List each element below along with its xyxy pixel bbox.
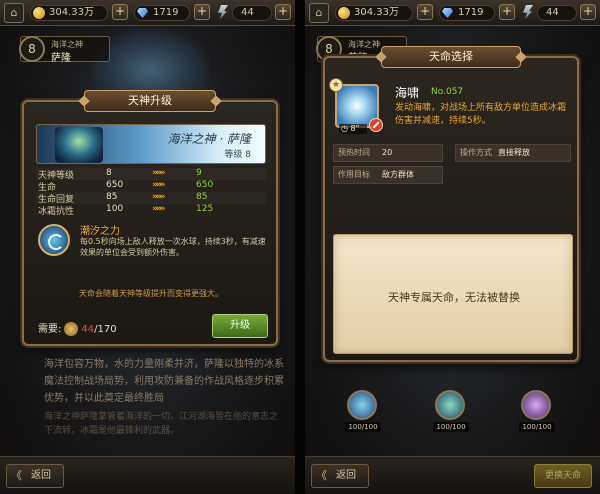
skill-title: 海啸 (395, 86, 420, 100)
bottom-bar: 返回 (0, 456, 295, 494)
arrow-icon: »»» (152, 168, 166, 178)
need-label: 需要: (38, 324, 62, 335)
stat-new-value: 125 (196, 204, 214, 214)
stat-new-value: 650 (196, 180, 214, 190)
screen-divider (295, 0, 305, 494)
energy-counter: 44 (232, 5, 272, 21)
upgrade-button[interactable]: 升级 (212, 314, 268, 338)
star-icon: ★ (329, 78, 343, 92)
hero-header-card: 8 海洋之神 萨隆 (19, 36, 110, 64)
add-gold-button[interactable]: + (417, 4, 433, 20)
bottom-bar: 返回 更换天命 (305, 456, 600, 494)
target-cell: 作用目标 敌方群体 (333, 166, 443, 184)
slot-value: 100/100 (519, 422, 555, 432)
right-screen: ⌂ 304.33万 + 1719 + 44 + 8 海洋之神 萨隆 天命选择 ★… (305, 0, 600, 494)
required-cost: 需要: 44/170 (38, 320, 117, 336)
gold-counter: 304.33万 (335, 5, 413, 21)
back-button[interactable]: 返回 (311, 464, 369, 488)
gem-icon (442, 8, 453, 18)
skill-number: No.057 (431, 87, 464, 97)
upgrade-panel: 天神升级 海洋之神 · 萨隆 等级 8 天神等级 8 »»» 9 生命 650 … (22, 90, 278, 346)
skill-name: 潮汐之力 (80, 226, 120, 237)
add-gold-button[interactable]: + (112, 4, 128, 20)
energy-counter: 44 (537, 5, 577, 21)
stat-old-value: 650 (106, 180, 124, 190)
disabled-icon (369, 118, 383, 132)
stat-new-value: 85 (196, 192, 208, 202)
gem-icon (137, 8, 148, 18)
hero-portrait (55, 127, 103, 163)
destiny-slot[interactable] (347, 390, 377, 420)
stat-row: 天神等级 8 »»» 9 (36, 168, 266, 181)
soul-token-icon (64, 322, 79, 336)
change-destiny-button[interactable]: 更换天命 (534, 464, 592, 488)
panel-title: 天命选择 (381, 46, 521, 68)
back-button[interactable]: 返回 (6, 464, 64, 488)
need-current: 44 (81, 324, 95, 335)
add-energy-button[interactable]: + (580, 4, 596, 20)
hero-level-badge: 8 (19, 36, 45, 62)
hero-lore-faded: 海洋之神萨隆掌管着海洋的一切，江河湖海皆在他的意志之下流转，冰霜是他最锋利的武器… (44, 412, 279, 436)
upgrade-note: 天命会随着天神等级提升而变得更强大。 (79, 289, 223, 298)
stats-table: 天神等级 8 »»» 9 生命 650 »»» 650 生命回复 85 »»» … (36, 168, 266, 217)
home-icon[interactable]: ⌂ (4, 3, 24, 23)
prep-time-cell: 预热时间 20 (333, 144, 443, 162)
stat-row: 冰霜抗性 100 »»» 125 (36, 204, 266, 217)
skill-info: 潮汐之力 每0.5秒向场上敌人释放一次水球，持续3秒，有减速效果的单位会受到额外… (36, 222, 266, 274)
gold-counter: 304.33万 (30, 5, 108, 21)
panel-title: 天神升级 (84, 90, 216, 112)
hero-banner-level: 等级 8 (224, 150, 251, 160)
destiny-slot[interactable] (521, 390, 551, 420)
clock-icon: ◷ (341, 124, 348, 133)
destiny-slot[interactable] (435, 390, 465, 420)
slot-value: 100/100 (433, 422, 469, 432)
stat-row: 生命回复 85 »»» 85 (36, 192, 266, 205)
stat-label: 冰霜抗性 (38, 207, 75, 217)
slot-value: 100/100 (345, 422, 381, 432)
top-resource-bar: ⌂ 304.33万 + 1719 + 44 + (0, 0, 295, 26)
hero-lore: 海洋包容万物，水的力量刚柔并济，萨隆以独特的冰系魔法控制战场局势，利用攻防兼备的… (44, 359, 284, 404)
skill-description: 发动海啸，对战场上所有敌方单位造成冰霜伤害并减速，持续5秒。 (395, 103, 567, 126)
add-gems-button[interactable]: + (194, 4, 210, 20)
add-energy-button[interactable]: + (275, 4, 291, 20)
exclusive-notice-text: 天神专属天命，无法被替换 (388, 291, 520, 304)
stat-old-value: 85 (106, 192, 118, 202)
hero-banner: 海洋之神 · 萨隆 等级 8 (36, 124, 266, 164)
exclusive-notice: 天神专属天命，无法被替换 (333, 234, 573, 354)
need-total: /170 (94, 324, 117, 335)
gem-counter: 1719 (439, 5, 495, 21)
top-resource-bar: ⌂ 304.33万 + 1719 + 44 + (305, 0, 600, 26)
arrow-icon: »»» (152, 192, 166, 202)
gem-counter: 1719 (134, 5, 190, 21)
home-icon[interactable]: ⌂ (309, 3, 329, 23)
destiny-select-panel: 天命选择 ★ ◷ 8" 海啸 No.057 发动海啸，对战场上所有敌方单位造成冰… (323, 46, 579, 362)
hero-banner-name: 海洋之神 · 萨隆 (167, 132, 251, 146)
tidal-skill-icon[interactable] (38, 224, 70, 256)
arrow-icon: »»» (152, 204, 166, 214)
gold-coin-icon (338, 7, 350, 19)
cooldown-badge: ◷ 8" (339, 124, 367, 134)
arrow-icon: »»» (152, 180, 166, 190)
hero-name: 萨隆 (51, 53, 71, 64)
stat-old-value: 8 (106, 168, 112, 178)
left-screen: ⌂ 304.33万 + 1719 + 44 + 8 海洋之神 萨隆 天神升级 海… (0, 0, 295, 494)
energy-icon (218, 5, 228, 19)
add-gems-button[interactable]: + (499, 4, 515, 20)
skill-description: 每0.5秒向场上敌人释放一次水球，持续3秒，有减速效果的单位会受到额外伤害。 (80, 237, 266, 257)
stat-old-value: 100 (106, 204, 124, 214)
energy-icon (523, 5, 533, 19)
stat-row: 生命 650 »»» 650 (36, 180, 266, 193)
gold-coin-icon (33, 7, 45, 19)
stat-new-value: 9 (196, 168, 202, 178)
operation-mode-cell: 操作方式 直接释放 (455, 144, 571, 162)
